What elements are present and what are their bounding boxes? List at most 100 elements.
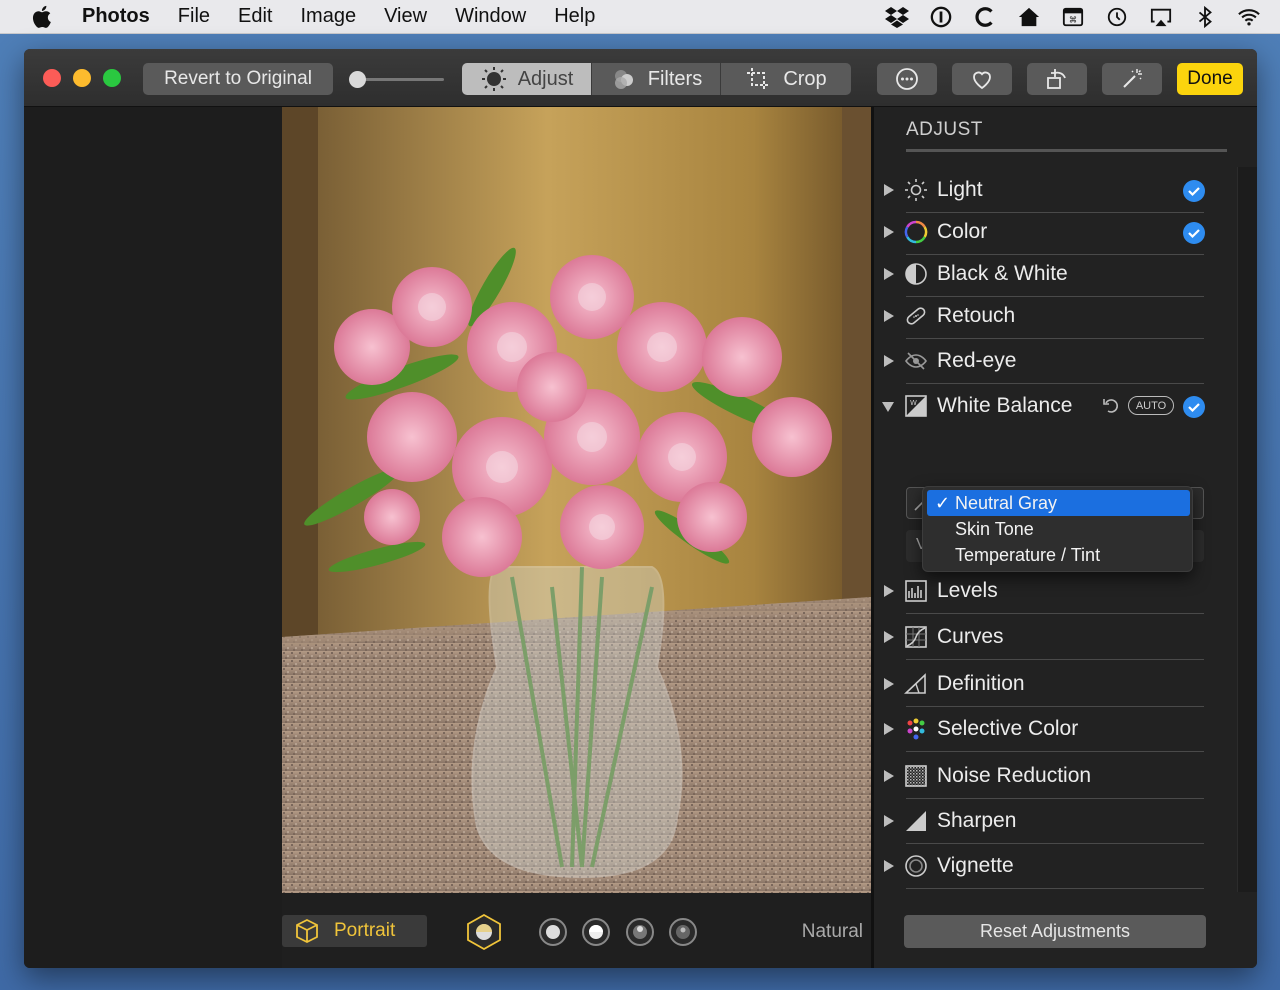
light-2-icon[interactable] xyxy=(578,914,614,950)
disclosure-triangle-open-icon[interactable] xyxy=(882,402,894,412)
adjust-item-label: Noise Reduction xyxy=(937,764,1092,787)
adjust-item-label: Vignette xyxy=(937,854,1014,877)
reset-adjustments-button[interactable]: Reset Adjustments xyxy=(904,915,1206,948)
disclosure-triangle-icon[interactable] xyxy=(884,585,894,597)
adjust-item-curves[interactable]: Curves xyxy=(874,616,1214,660)
enhance-button[interactable] xyxy=(1102,63,1162,95)
disclosure-triangle-icon[interactable] xyxy=(884,268,894,280)
light-4-icon[interactable] xyxy=(665,914,701,950)
wb-option-label: Temperature / Tint xyxy=(955,545,1101,565)
disclosure-triangle-icon[interactable] xyxy=(884,770,894,782)
compare-slider-track[interactable] xyxy=(356,78,444,81)
tab-crop-label: Crop xyxy=(783,67,827,90)
heart-icon xyxy=(973,71,991,90)
light-3-icon[interactable] xyxy=(622,914,658,950)
menu-bar: Photos File Edit Image View Window Help … xyxy=(0,0,1280,34)
tab-filters-label: Filters xyxy=(647,67,703,90)
compare-slider-knob[interactable] xyxy=(349,71,366,88)
disclosure-triangle-icon[interactable] xyxy=(884,678,894,690)
favorite-button[interactable] xyxy=(952,63,1012,95)
white-balance-icon: W xyxy=(904,394,928,418)
more-icon xyxy=(896,68,918,90)
light-1-icon[interactable] xyxy=(535,914,571,950)
adjust-item-red-eye[interactable]: Red-eye xyxy=(874,340,1214,384)
time-machine-icon[interactable] xyxy=(1104,5,1130,29)
menu-view[interactable]: View xyxy=(384,5,427,28)
definition-icon xyxy=(903,672,928,696)
home-icon[interactable] xyxy=(1016,5,1042,29)
apple-icon[interactable] xyxy=(30,4,56,30)
sidebar-scrollbar[interactable] xyxy=(1237,167,1257,892)
enabled-check-icon[interactable] xyxy=(1183,222,1205,244)
studio-light-icon[interactable] xyxy=(466,914,502,950)
adjust-item-vignette[interactable]: Vignette xyxy=(874,845,1214,889)
wb-option-skin-tone[interactable]: Skin Tone xyxy=(927,516,1190,542)
menu-file[interactable]: File xyxy=(178,5,210,28)
disclosure-triangle-icon[interactable] xyxy=(884,355,894,367)
adjust-item-retouch[interactable]: Retouch xyxy=(874,295,1214,339)
adjust-item-color[interactable]: Color xyxy=(874,211,1214,255)
wb-option-temperature-tint[interactable]: Temperature / Tint xyxy=(927,542,1190,568)
close-window-button[interactable] xyxy=(43,69,61,87)
rotate-icon xyxy=(1047,69,1066,89)
adjust-item-noise-reduction[interactable]: Noise Reduction xyxy=(874,755,1214,799)
zoom-window-button[interactable] xyxy=(103,69,121,87)
done-button[interactable]: Done xyxy=(1177,63,1243,95)
info-icon[interactable] xyxy=(928,5,954,29)
revert-to-original-button[interactable]: Revert to Original xyxy=(143,63,333,95)
menu-image[interactable]: Image xyxy=(300,5,356,28)
portrait-label: Portrait xyxy=(334,920,396,941)
svg-text:W: W xyxy=(910,399,917,407)
sidebar-title: ADJUST xyxy=(906,119,983,140)
adjust-item-label: Light xyxy=(937,178,983,201)
dropbox-icon[interactable] xyxy=(884,5,910,29)
adjust-item-black-white[interactable]: Black & White xyxy=(874,253,1214,297)
auto-button[interactable]: AUTO xyxy=(1128,396,1174,415)
color-wheel-icon xyxy=(904,220,928,244)
adjust-item-white-balance[interactable]: W White Balance AUTO xyxy=(874,385,1214,429)
adjust-item-label: Selective Color xyxy=(937,717,1079,740)
portrait-toggle[interactable]: Portrait xyxy=(282,915,427,947)
adjust-item-definition[interactable]: Definition xyxy=(874,663,1214,707)
wb-mode-dropdown: ✓ Neutral Gray Skin Tone Temperature / T… xyxy=(922,486,1193,572)
wifi-icon[interactable] xyxy=(1236,5,1262,29)
disclosure-triangle-icon[interactable] xyxy=(884,184,894,196)
adjust-item-selective-color[interactable]: Selective Color xyxy=(874,708,1214,752)
disclosure-triangle-icon[interactable] xyxy=(884,815,894,827)
item-separator xyxy=(906,798,1204,799)
tab-adjust[interactable]: Adjust xyxy=(462,63,592,95)
photo-canvas[interactable] xyxy=(282,107,871,893)
airplay-icon[interactable] xyxy=(1148,5,1174,29)
c-app-icon[interactable] xyxy=(972,5,998,29)
wb-option-neutral-gray[interactable]: ✓ Neutral Gray xyxy=(927,490,1190,516)
menu-app-name[interactable]: Photos xyxy=(82,5,150,28)
disclosure-triangle-icon[interactable] xyxy=(884,631,894,643)
adjust-item-levels[interactable]: Levels xyxy=(874,570,1214,614)
enabled-check-icon[interactable] xyxy=(1183,396,1205,418)
adjust-item-sharpen[interactable]: Sharpen xyxy=(874,800,1214,844)
tab-filters[interactable]: Filters xyxy=(592,63,721,95)
curves-icon xyxy=(904,625,928,649)
bluetooth-icon[interactable] xyxy=(1192,5,1218,29)
more-button[interactable] xyxy=(877,63,937,95)
adjust-item-light[interactable]: Light xyxy=(874,169,1214,213)
menu-edit[interactable]: Edit xyxy=(238,5,272,28)
disclosure-triangle-icon[interactable] xyxy=(884,310,894,322)
enabled-check-icon[interactable] xyxy=(1183,180,1205,202)
undo-icon[interactable] xyxy=(1101,395,1121,415)
menu-window[interactable]: Window xyxy=(455,5,526,28)
vignette-icon xyxy=(904,854,928,878)
item-separator xyxy=(906,659,1204,660)
item-separator xyxy=(906,706,1204,707)
minimize-window-button[interactable] xyxy=(73,69,91,87)
menu-help[interactable]: Help xyxy=(554,5,595,28)
tab-crop[interactable]: Crop xyxy=(721,63,851,95)
disclosure-triangle-icon[interactable] xyxy=(884,860,894,872)
rotate-button[interactable] xyxy=(1027,63,1087,95)
keyboard-icon[interactable]: ⌘ xyxy=(1060,5,1086,29)
disclosure-triangle-icon[interactable] xyxy=(884,723,894,735)
item-separator xyxy=(906,751,1204,752)
disclosure-triangle-icon[interactable] xyxy=(884,226,894,238)
adjust-item-label: Definition xyxy=(937,672,1025,695)
adjust-item-label: Red-eye xyxy=(937,349,1017,372)
